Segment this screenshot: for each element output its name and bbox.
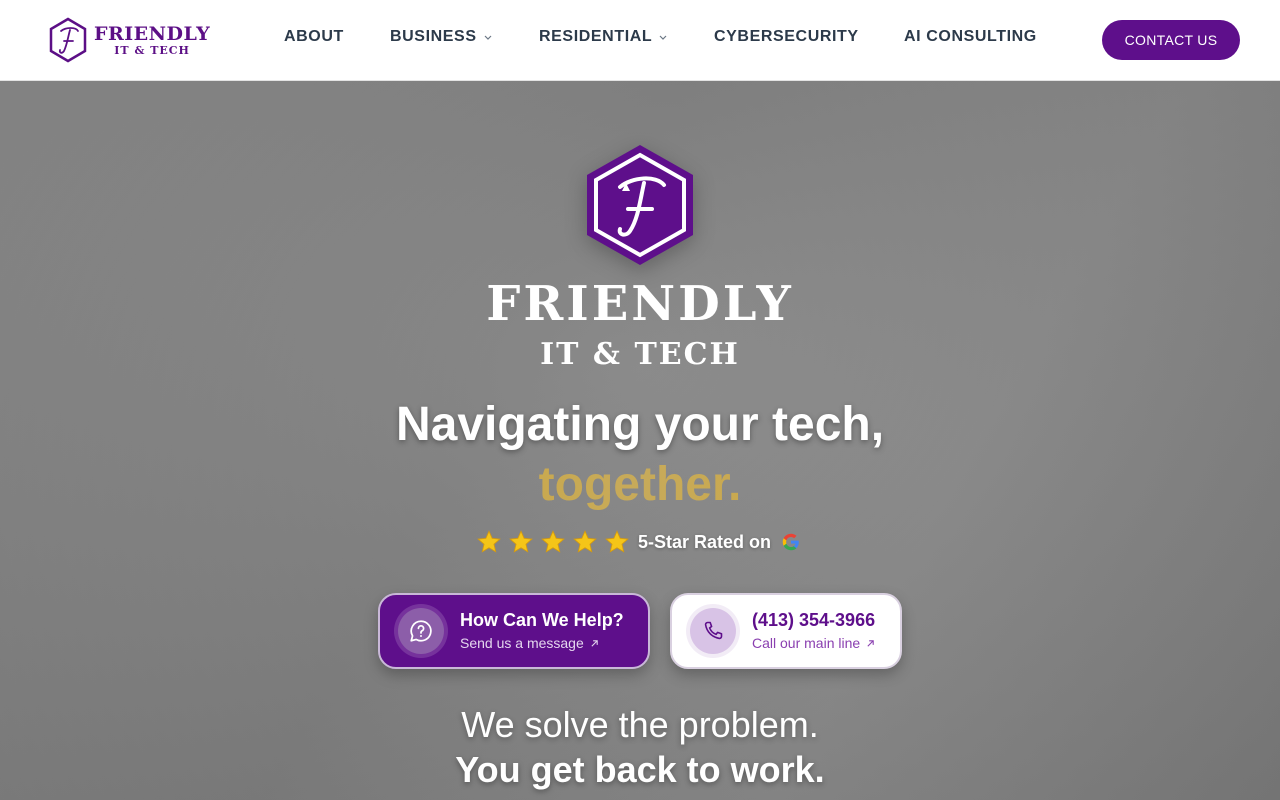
rating-row: 5-Star Rated on — [476, 528, 802, 556]
nav-item-label: BUSINESS — [390, 28, 477, 45]
nav-item-cybersecurity[interactable]: CYBERSECURITY — [714, 28, 859, 46]
nav-item-label: CYBERSECURITY — [714, 28, 859, 45]
contact-us-button[interactable]: CONTACT US — [1102, 20, 1240, 60]
nav-item-about[interactable]: ABOUT — [284, 28, 344, 46]
logo-wordmark: FRIENDLY IT & TECH — [94, 24, 210, 57]
hero-section: FRIENDLY IT & TECH Navigating your tech,… — [0, 81, 1280, 800]
help-subtitle: Send us a message — [460, 635, 584, 651]
nav-item-label: RESIDENTIAL — [539, 28, 653, 45]
call-subtitle-row: Call our main line — [752, 633, 875, 653]
nav-item-label: AI CONSULTING — [904, 28, 1037, 45]
help-texts: How Can We Help? Send us a message — [460, 609, 624, 653]
phone-icon — [704, 621, 723, 640]
arrow-up-right-icon — [867, 639, 874, 647]
call-subtitle: Call our main line — [752, 635, 861, 651]
hero-brand-line2: IT & TECH — [540, 337, 740, 372]
arrow-up-right-icon — [591, 639, 598, 647]
site-header: FRIENDLY IT & TECH ABOUT BUSINESS RESIDE… — [0, 0, 1280, 81]
help-title: How Can We Help? — [460, 610, 624, 630]
phone-icon-circle — [690, 608, 736, 654]
star-icon — [509, 530, 533, 553]
star-icon — [573, 530, 597, 553]
star-icon — [477, 530, 501, 553]
help-subtitle-row: Send us a message — [460, 633, 624, 653]
call-phone-button[interactable]: (413) 354-3966 Call our main line — [670, 593, 902, 669]
help-message-button[interactable]: How Can We Help? Send us a message — [378, 593, 650, 669]
chevron-down-icon — [659, 35, 667, 40]
call-texts: (413) 354-3966 Call our main line — [752, 609, 875, 653]
hexagon-f-logo-icon — [587, 145, 693, 265]
hero-brand-line1: FRIENDLY — [486, 276, 794, 332]
nav-item-residential[interactable]: RESIDENTIAL — [539, 28, 668, 46]
chat-question-icon — [410, 620, 432, 642]
nav-item-label: ABOUT — [284, 28, 344, 45]
hexagon-f-logo-icon — [49, 17, 87, 63]
logo-line2: IT & TECH — [114, 43, 190, 57]
tagline-line2: You get back to work. — [455, 749, 825, 790]
help-icon-circle — [398, 608, 444, 654]
star-icon — [541, 530, 565, 553]
nav-item-business[interactable]: BUSINESS — [390, 28, 493, 46]
nav-item-ai-consulting[interactable]: AI CONSULTING — [904, 28, 1037, 46]
phone-number: (413) 354-3966 — [752, 610, 876, 630]
rating-text: 5-Star Rated on — [638, 531, 772, 552]
tagline-line1: We solve the problem. — [461, 704, 819, 745]
hero-headline-accent: together. — [0, 457, 1280, 513]
site-logo[interactable]: FRIENDLY IT & TECH — [48, 17, 210, 63]
logo-line1: FRIENDLY — [94, 22, 211, 45]
google-icon[interactable] — [780, 531, 802, 553]
star-icon — [605, 530, 629, 553]
hero-headline: Navigating your tech, — [395, 398, 885, 451]
chevron-down-icon — [484, 35, 492, 40]
